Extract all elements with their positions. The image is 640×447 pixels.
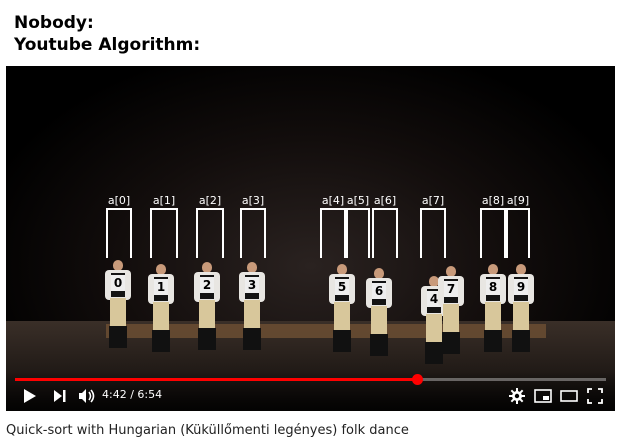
dancer-number: 9	[514, 279, 528, 295]
miniplayer-icon	[534, 389, 552, 403]
array-slot-3	[240, 208, 266, 258]
dancer-boots	[243, 328, 261, 350]
dancer-pants	[443, 304, 459, 334]
array-slot-2	[196, 208, 224, 258]
dancer-number: 2	[200, 277, 214, 293]
volume-icon	[79, 389, 95, 403]
array-label: a[1]	[152, 194, 176, 207]
next-icon	[54, 390, 66, 402]
miniplayer-button[interactable]	[532, 386, 554, 406]
dancer-pants	[199, 300, 215, 330]
array-label: a[6]	[373, 194, 397, 207]
dancer-boots	[442, 332, 460, 354]
dancer-pants	[153, 302, 169, 332]
dancer-pants	[110, 298, 126, 328]
meme-line-1: Nobody:	[14, 13, 94, 33]
array-slot-5	[346, 208, 370, 258]
dancer-pants	[426, 314, 442, 344]
meme-text: Nobody: Youtube Algorithm:	[14, 12, 200, 56]
array-label: a[0]	[107, 194, 131, 207]
dancer-pants	[485, 302, 501, 332]
array-label: a[7]	[421, 194, 445, 207]
dancer-boots	[333, 330, 351, 352]
array-slot-0	[106, 208, 132, 258]
dancer-boots	[484, 330, 502, 352]
array-label: a[5]	[346, 194, 370, 207]
dancer-pants	[513, 302, 529, 332]
dancer-boots	[198, 328, 216, 350]
video-frame: a[0] a[1] a[2] a[3] a[4] a[5] a[6] a[7] a[8] a[9]…	[6, 66, 615, 411]
array-slot-9	[506, 208, 530, 258]
meme-line-2: Youtube Algorithm:	[14, 35, 201, 55]
dancer-boots	[109, 326, 127, 348]
progress-bar[interactable]	[15, 374, 606, 385]
array-label: a[2]	[198, 194, 222, 207]
time-display: 4:42 / 6:54	[102, 388, 163, 401]
array-label: a[9]	[506, 194, 530, 207]
dancer-boots	[370, 334, 388, 356]
array-label: a[3]	[241, 194, 265, 207]
theater-button[interactable]	[558, 386, 580, 406]
volume-button[interactable]	[76, 386, 98, 406]
dancer-number: 3	[245, 277, 259, 293]
scrubber-handle[interactable]	[411, 374, 423, 385]
dancer-boots	[152, 330, 170, 352]
dancer-number: 1	[154, 279, 168, 295]
play-button[interactable]	[20, 386, 40, 406]
dancer-pants	[371, 306, 387, 336]
array-slot-4	[320, 208, 346, 258]
dancer-boots	[425, 342, 443, 364]
array-slot-7	[420, 208, 446, 258]
video-player[interactable]: a[0] a[1] a[2] a[3] a[4] a[5] a[6] a[7] a[8] a[9]…	[6, 66, 615, 411]
dancer-number: 5	[335, 279, 349, 295]
progress-fill	[15, 378, 417, 381]
dancer-number: 0	[111, 275, 125, 291]
next-button[interactable]	[50, 386, 70, 406]
settings-button[interactable]	[506, 386, 528, 406]
stage-benches	[106, 324, 546, 338]
dancer-number: 6	[372, 283, 386, 299]
dancer-boots	[512, 330, 530, 352]
theater-icon	[560, 390, 578, 402]
dancer-pants	[244, 300, 260, 330]
fullscreen-button[interactable]	[584, 386, 606, 406]
array-slot-8	[480, 208, 506, 258]
play-icon	[24, 389, 36, 403]
dancer-number: 7	[444, 281, 458, 297]
settings-icon	[509, 388, 525, 404]
array-slot-6	[372, 208, 398, 258]
video-caption: Quick-sort with Hungarian (Küküllőmenti …	[6, 423, 409, 438]
fullscreen-icon	[587, 388, 603, 404]
dancer-number: 8	[486, 279, 500, 295]
dancer-pants	[334, 302, 350, 332]
array-slot-1	[150, 208, 178, 258]
